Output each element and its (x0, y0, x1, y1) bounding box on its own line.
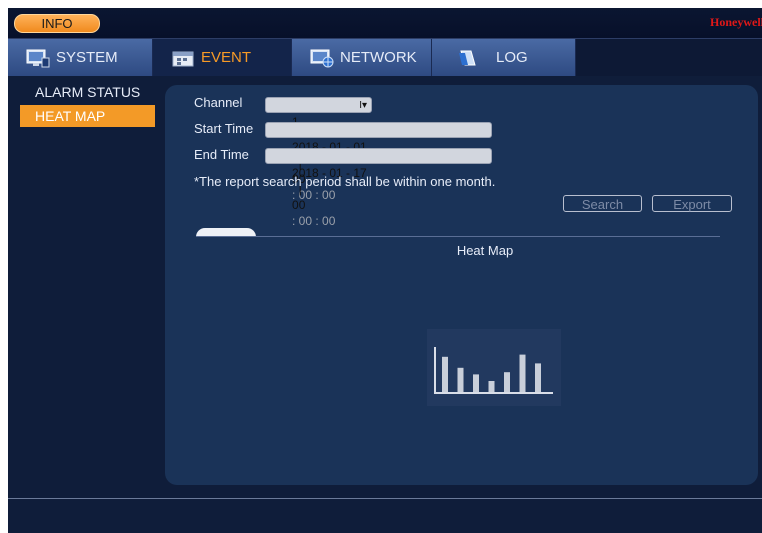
sidebar-item-alarm-status[interactable]: ALARM STATUS (20, 81, 155, 103)
title-bar: INFO Honeywell (8, 8, 762, 39)
chevron-down-icon: I▾ (359, 100, 367, 111)
network-icon (310, 48, 334, 68)
tab-label: NETWORK (340, 49, 417, 66)
monitor-icon (26, 48, 50, 68)
placeholder-bar (535, 363, 541, 392)
channel-select[interactable]: 1 I▾ (265, 97, 372, 129)
search-period-note: *The report search period shall be withi… (194, 174, 496, 189)
placeholder-bar (504, 372, 510, 392)
log-icon (456, 48, 480, 68)
divider (196, 236, 720, 237)
info-button[interactable]: INFO (14, 14, 100, 33)
sidebar-item-heat-map[interactable]: HEAT MAP (20, 105, 155, 127)
placeholder-bar (442, 356, 448, 392)
channel-label: Channel (194, 95, 243, 110)
end-time-field[interactable]: 2018 - 01 - 17 | 00 : 00 : 00 (265, 148, 492, 228)
app-window: INFO Honeywell SYSTEM EVENT NETWORK LOG … (8, 8, 762, 533)
tab-system[interactable]: SYSTEM (8, 39, 153, 76)
placeholder-bar (473, 374, 479, 392)
placeholder-bar (457, 367, 464, 392)
bar-chart-icon (427, 329, 561, 406)
end-time-label: End Time (194, 147, 249, 162)
end-minutes-seconds: : 00 : 00 (292, 214, 336, 228)
placeholder-bar (519, 354, 526, 392)
footer-divider (8, 498, 762, 499)
brand-logo: Honeywell (710, 15, 762, 29)
tab-log[interactable]: LOG (432, 39, 576, 76)
start-time-field[interactable]: 2018 - 01 - 01 | 00 : 00 : 00 (265, 122, 492, 202)
heat-map-title: Heat Map (456, 243, 514, 258)
tab-label: LOG (496, 49, 528, 66)
export-button[interactable]: Export (652, 195, 732, 212)
calendar-icon (171, 48, 195, 68)
end-hour: 00 (292, 198, 306, 212)
tab-event[interactable]: EVENT (153, 39, 292, 76)
placeholder-bar (488, 381, 495, 392)
sidebar: ALARM STATUS HEAT MAP (8, 76, 158, 506)
heat-map-panel: Channel 1 I▾ Start Time 2018 - 01 - 01 |… (165, 85, 758, 485)
main-tab-bar: SYSTEM EVENT NETWORK LOG (8, 39, 762, 76)
search-button[interactable]: Search (563, 195, 642, 212)
tab-network[interactable]: NETWORK (292, 39, 432, 76)
tab-label: SYSTEM (56, 49, 118, 66)
start-time-label: Start Time (194, 121, 254, 136)
tab-label: EVENT (201, 49, 252, 66)
